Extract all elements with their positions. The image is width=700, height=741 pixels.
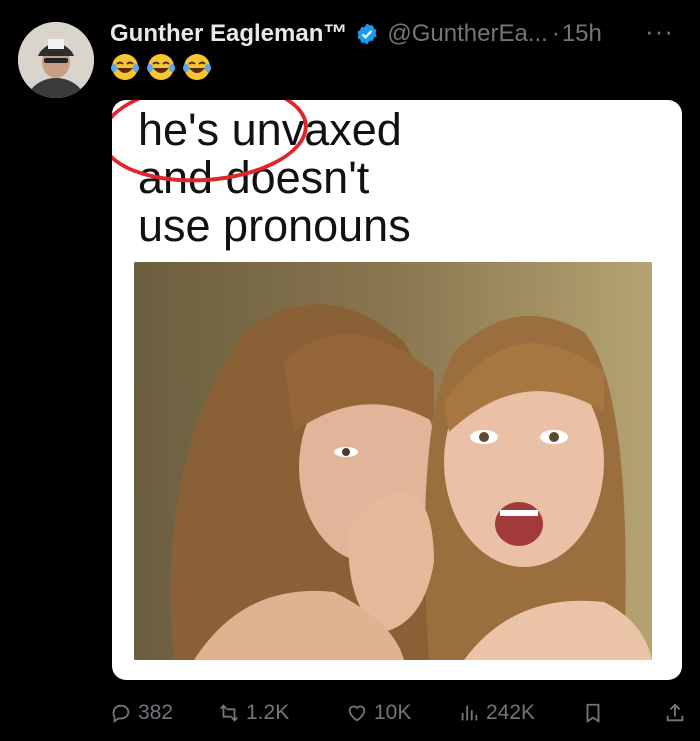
- tweet-timestamp[interactable]: 15h: [562, 20, 602, 48]
- reply-count: 382: [138, 701, 174, 724]
- like-count: 10K: [374, 701, 412, 724]
- like-button[interactable]: 10K: [346, 701, 458, 725]
- views-count: 242K: [486, 701, 536, 724]
- repost-button[interactable]: 1.2K: [218, 701, 346, 725]
- meme-photo: [134, 262, 652, 660]
- tweet-header: Gunther Eagleman™ @GuntherEa... · 15h ··…: [110, 16, 682, 50]
- views-button[interactable]: 242K: [458, 701, 582, 725]
- verified-badge-icon[interactable]: [355, 22, 379, 46]
- author-name[interactable]: Gunther Eagleman™: [110, 20, 347, 48]
- bookmark-icon: [586, 703, 600, 723]
- laughing-tears-emoji-icon: [147, 54, 175, 80]
- bookmark-button[interactable]: [582, 702, 642, 724]
- author-avatar[interactable]: [18, 22, 94, 98]
- reply-button[interactable]: 382: [110, 701, 218, 725]
- share-button[interactable]: [664, 702, 686, 724]
- tweet-media-card[interactable]: he's unvaxed and doesn't use pronouns: [112, 100, 682, 680]
- author-handle[interactable]: @GuntherEa...: [387, 20, 547, 48]
- repost-count: 1.2K: [246, 701, 290, 724]
- whispering-girls-image: [134, 262, 652, 660]
- tweet-actions-bar: 382 1.2K 10K 242K: [110, 696, 686, 730]
- avatar-image: [18, 22, 94, 98]
- tweet-text: [110, 52, 212, 86]
- reply-icon: [112, 704, 130, 724]
- more-options-icon[interactable]: ···: [645, 16, 674, 47]
- laughing-tears-emoji-icon: [183, 54, 211, 80]
- meme-line-3: use pronouns: [138, 200, 411, 251]
- heart-icon: [348, 705, 366, 722]
- repost-icon: [220, 704, 238, 722]
- separator-dot: ·: [551, 20, 560, 47]
- laughing-tears-emoji-icon: [111, 54, 139, 80]
- views-icon: [461, 705, 478, 721]
- share-icon: [666, 703, 684, 722]
